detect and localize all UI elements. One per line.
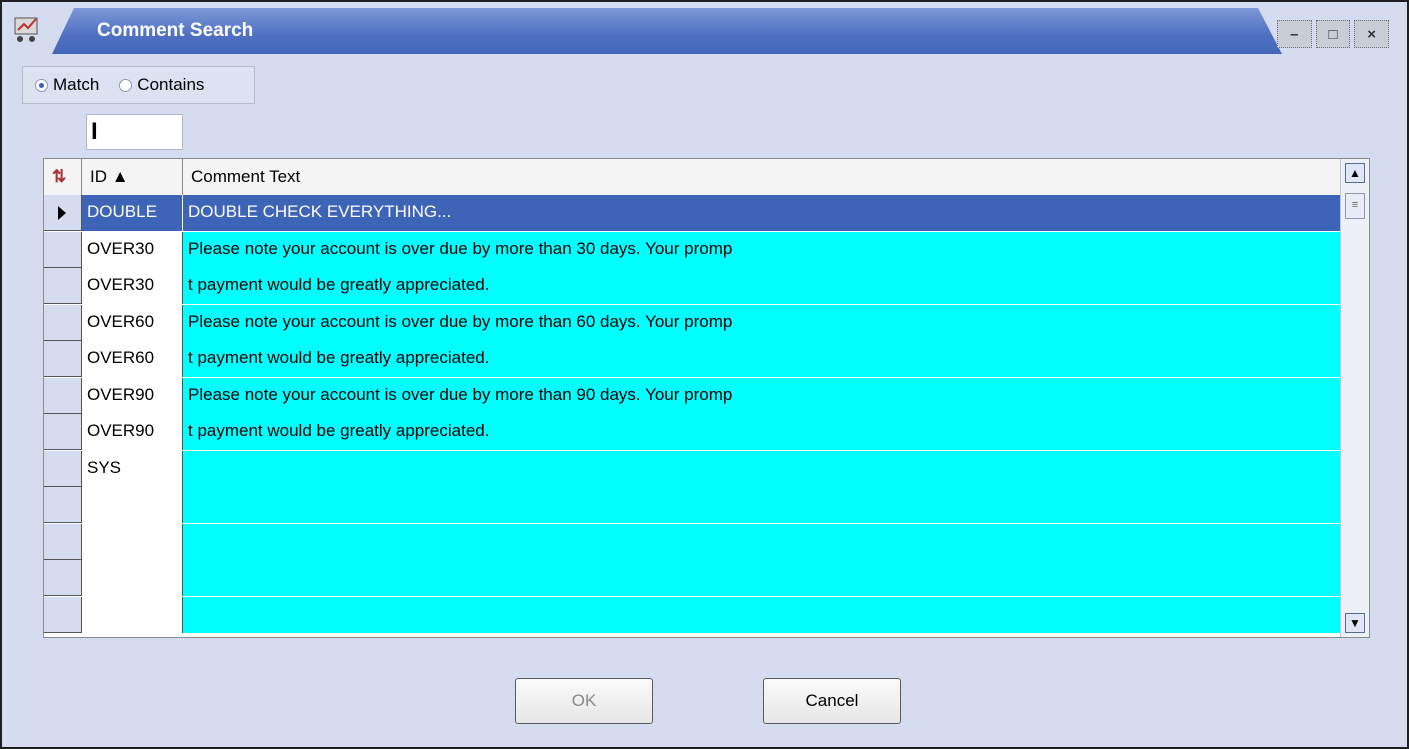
row-indicator[interactable]: [44, 231, 82, 268]
row-id-cell[interactable]: OVER60: [82, 341, 183, 377]
cancel-button[interactable]: Cancel: [763, 678, 901, 724]
table-row[interactable]: OVER90 Please note your account is over d…: [44, 377, 1342, 414]
row-comment-cell[interactable]: t payment would be greatly appreciated.: [183, 341, 1342, 377]
row-comment-cell[interactable]: Please note your account is over due by …: [183, 304, 1342, 341]
scroll-up-icon[interactable]: ▲: [1345, 163, 1365, 183]
id-column-header[interactable]: ID ▲: [82, 159, 183, 195]
column-chooser-icon[interactable]: ⇅: [44, 159, 82, 195]
comment-search-window: Comment Search – □ × Match Contains I ⇅ …: [0, 0, 1409, 749]
scroll-thumb[interactable]: ≡: [1345, 193, 1365, 219]
row-indicator[interactable]: [44, 195, 82, 231]
maximize-icon[interactable]: □: [1315, 20, 1351, 48]
current-row-arrow-icon: [58, 206, 66, 220]
table-row[interactable]: OVER30 t payment would be greatly appreci…: [44, 268, 1342, 304]
grid-header: ⇅ ID ▲ Comment Text: [44, 159, 1342, 196]
row-indicator[interactable]: [44, 377, 82, 414]
row-id-cell[interactable]: [82, 560, 183, 596]
row-indicator[interactable]: [44, 268, 82, 304]
row-id-cell[interactable]: [82, 523, 183, 560]
window-title: Comment Search: [97, 20, 254, 41]
window-controls: – □ ×: [1277, 20, 1390, 48]
row-indicator[interactable]: [44, 341, 82, 377]
ok-button[interactable]: OK: [515, 678, 653, 724]
table-row[interactable]: [44, 523, 1342, 560]
table-row[interactable]: OVER60 Please note your account is over d…: [44, 304, 1342, 341]
row-id-cell[interactable]: OVER30: [82, 268, 183, 304]
search-mode-group: Match Contains: [22, 66, 255, 104]
row-id-cell[interactable]: OVER90: [82, 377, 183, 414]
comment-text-column-header[interactable]: Comment Text: [183, 159, 1342, 195]
radio-selected-icon: [35, 78, 48, 92]
comment-grid: ⇅ ID ▲ Comment Text DOUBLE DOUBLE CHECK E…: [43, 158, 1370, 638]
table-row[interactable]: [44, 560, 1342, 596]
row-comment-cell[interactable]: t payment would be greatly appreciated.: [183, 414, 1342, 450]
close-icon[interactable]: ×: [1354, 20, 1390, 48]
row-id-cell[interactable]: OVER60: [82, 304, 183, 341]
row-comment-cell[interactable]: Please note your account is over due by …: [183, 231, 1342, 268]
title-bar[interactable]: Comment Search – □ ×: [2, 2, 1407, 54]
row-indicator[interactable]: [44, 487, 82, 523]
minimize-icon[interactable]: –: [1277, 20, 1312, 48]
app-icon: [14, 17, 38, 42]
row-id-cell[interactable]: [82, 487, 183, 523]
table-row[interactable]: [44, 596, 1342, 633]
table-row[interactable]: OVER30 Please note your account is over d…: [44, 231, 1342, 268]
table-row[interactable]: OVER90 t payment would be greatly appreci…: [44, 414, 1342, 450]
contains-radio-label: Contains: [137, 75, 205, 94]
row-indicator[interactable]: [44, 596, 82, 633]
table-row[interactable]: SYS: [44, 450, 1342, 487]
search-input[interactable]: I: [86, 114, 183, 150]
scroll-down-icon[interactable]: ▼: [1345, 613, 1365, 633]
row-indicator[interactable]: [44, 560, 82, 596]
row-indicator[interactable]: [44, 414, 82, 450]
table-row[interactable]: OVER60 t payment would be greatly appreci…: [44, 341, 1342, 377]
match-radio[interactable]: Match: [35, 75, 99, 95]
row-id-cell[interactable]: SYS: [82, 450, 183, 487]
contains-radio[interactable]: Contains: [119, 75, 204, 95]
radio-unselected-icon: [119, 78, 133, 92]
row-indicator[interactable]: [44, 304, 82, 341]
vertical-scrollbar[interactable]: ▲ ≡ ▼: [1340, 159, 1369, 637]
row-id-cell[interactable]: OVER30: [82, 231, 183, 268]
row-id-cell[interactable]: DOUBLE: [82, 195, 183, 231]
table-row[interactable]: [44, 487, 1342, 523]
row-comment-cell[interactable]: [183, 450, 1342, 487]
match-radio-label: Match: [53, 75, 100, 94]
row-comment-cell[interactable]: t payment would be greatly appreciated.: [183, 268, 1342, 304]
row-comment-cell[interactable]: [183, 487, 1342, 523]
row-indicator[interactable]: [44, 450, 82, 487]
row-indicator[interactable]: [44, 523, 82, 560]
row-comment-cell[interactable]: DOUBLE CHECK EVERYTHING...: [183, 195, 1342, 231]
table-row[interactable]: DOUBLE DOUBLE CHECK EVERYTHING...: [44, 195, 1342, 231]
row-id-cell[interactable]: [82, 596, 183, 633]
row-comment-cell[interactable]: Please note your account is over due by …: [183, 377, 1342, 414]
row-id-cell[interactable]: OVER90: [82, 414, 183, 450]
row-comment-cell[interactable]: [183, 596, 1342, 633]
row-comment-cell[interactable]: [183, 560, 1342, 596]
row-comment-cell[interactable]: [183, 523, 1342, 560]
